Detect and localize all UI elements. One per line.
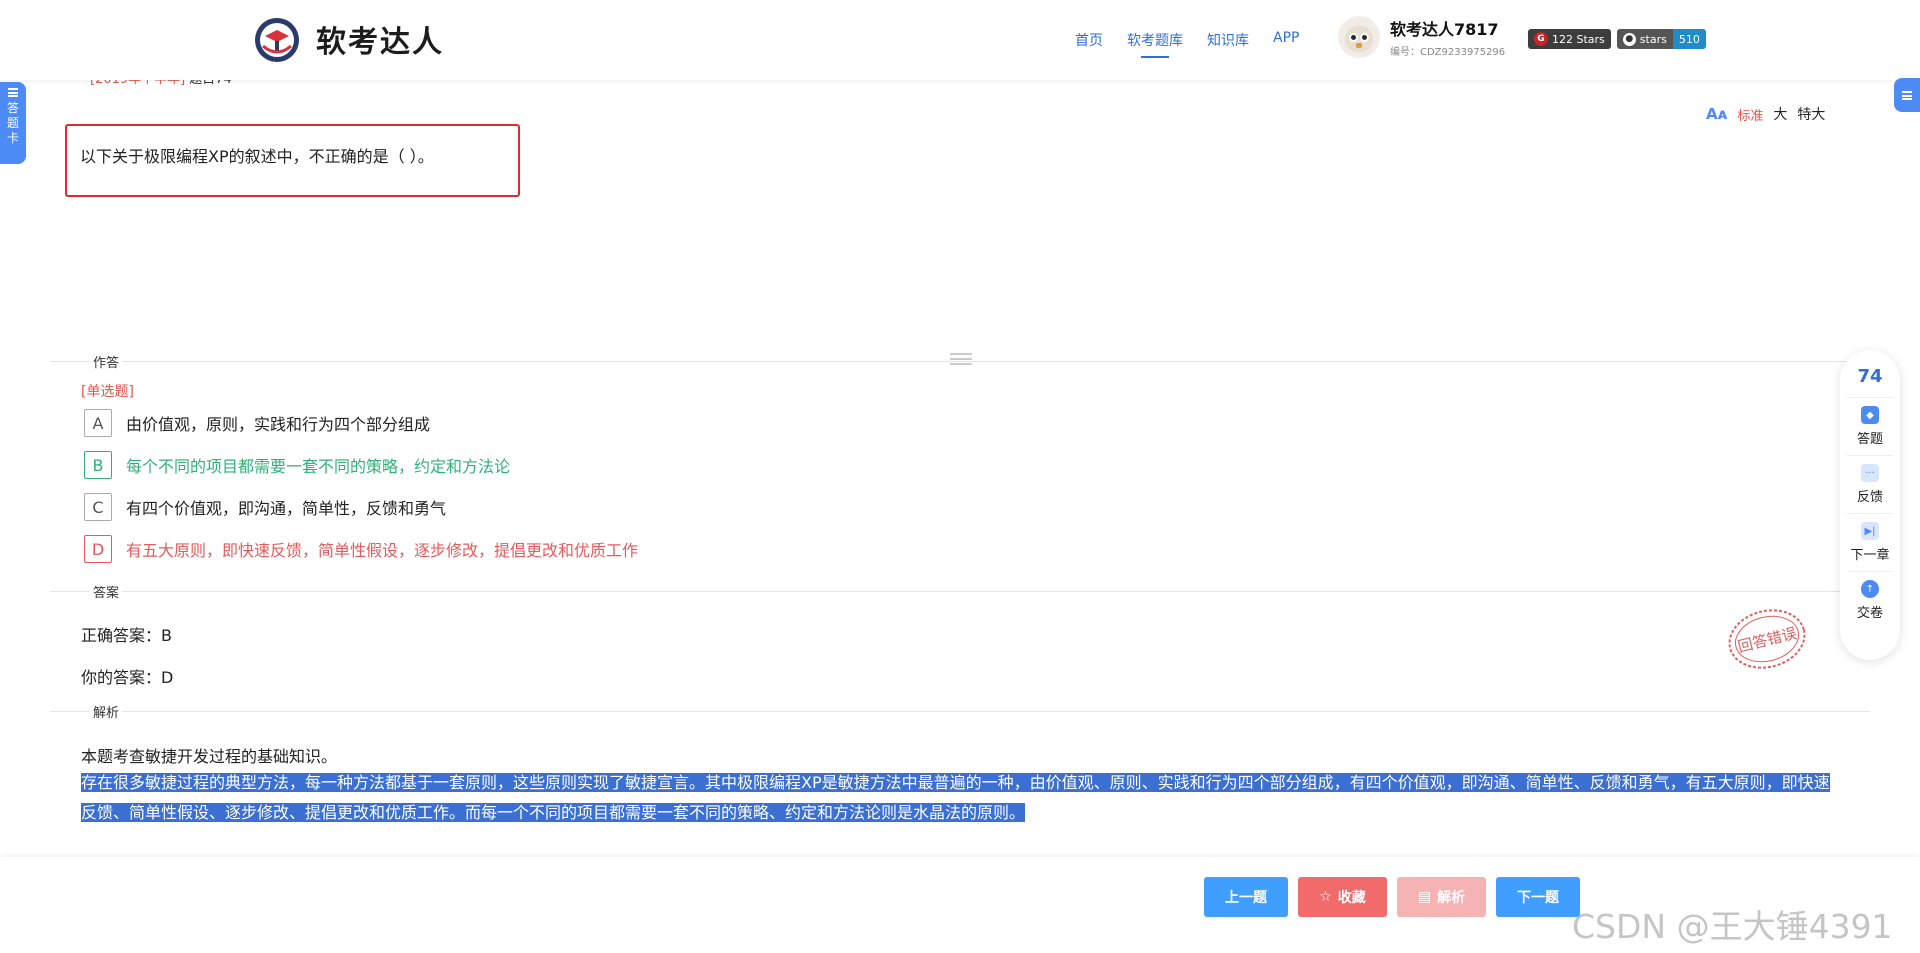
your-answer: 你的答案：D — [81, 668, 174, 687]
divider — [50, 711, 1870, 712]
question-text: 以下关于极限编程XP的叙述中，不正确的是（ ）。 — [80, 147, 434, 166]
divider — [50, 591, 1870, 592]
option-text: 有五大原则，即快速反馈，简单性假设，逐步修改，提倡更改和优质工作 — [126, 541, 639, 560]
skip-next-icon: ▶| — [1861, 522, 1879, 540]
option-d[interactable]: D 有五大原则，即快速反馈，简单性假设，逐步修改，提倡更改和优质工作 — [84, 535, 638, 563]
feedback-button[interactable]: ··· 反馈 — [1847, 455, 1893, 513]
favorite-button[interactable]: ☆ 收藏 — [1298, 877, 1387, 917]
font-standard[interactable]: 标准 — [1737, 105, 1763, 124]
nav-question-bank[interactable]: 软考题库 — [1127, 30, 1183, 56]
github-icon: ● — [1622, 32, 1636, 46]
menu-icon — [8, 88, 18, 97]
watermark: CSDN @王大锤4391 — [1572, 907, 1893, 946]
answer-sheet-button[interactable]: ◆ 答题 — [1847, 397, 1893, 455]
analysis-button[interactable]: ▤ 解析 — [1397, 877, 1486, 917]
answer-sheet-icon: ◆ — [1861, 406, 1879, 424]
option-c[interactable]: C 有四个价值观，即沟通，简单性，反馈和勇气 — [84, 493, 446, 521]
gitee-icon: G — [1534, 32, 1548, 46]
gitee-stars-badge[interactable]: G 122 Stars — [1528, 29, 1611, 49]
avatar[interactable] — [1338, 16, 1380, 58]
question-count: 74 — [1857, 366, 1883, 387]
question-type: [单选题] — [81, 384, 134, 400]
site-logo[interactable]: 软考达人 — [250, 14, 444, 64]
user-name: 软考达人7817 — [1390, 20, 1499, 39]
option-letter: B — [84, 451, 112, 479]
option-text: 有四个价值观，即沟通，简单性，反馈和勇气 — [126, 499, 447, 518]
upload-icon: ↑ — [1861, 580, 1879, 598]
option-letter: A — [84, 409, 112, 437]
option-letter: C — [84, 493, 112, 521]
nav-home[interactable]: 首页 — [1075, 30, 1103, 56]
menu-icon — [1902, 90, 1912, 100]
option-a[interactable]: A 由价值观，原则，实践和行为四个部分组成 — [84, 409, 430, 437]
document-icon: ▤ — [1417, 889, 1432, 905]
drag-handle-icon[interactable] — [950, 353, 972, 365]
next-question-button[interactable]: 下一题 — [1496, 877, 1580, 917]
repo-badges: G 122 Stars ● stars 510 — [1528, 29, 1706, 49]
github-stars-badge[interactable]: ● stars 510 — [1616, 29, 1706, 49]
font-size-control: Aᴀ 标准 大 特大 — [1706, 104, 1825, 124]
option-letter: D — [84, 535, 112, 563]
analysis-intro: 本题考查敏捷开发过程的基础知识。 — [81, 747, 338, 766]
prev-question-button[interactable]: 上一题 — [1204, 877, 1288, 917]
svg-text:回答错误: 回答错误 — [1736, 624, 1799, 656]
font-size-icon: Aᴀ — [1706, 105, 1728, 123]
user-id: 编号：CDZ9233975296 — [1390, 47, 1506, 58]
section-answer: 答案 — [90, 582, 123, 601]
option-text: 每个不同的项目都需要一套不同的策略，约定和方法论 — [126, 457, 511, 476]
main-nav: 首页 软考题库 知识库 APP — [1075, 30, 1323, 56]
option-b[interactable]: B 每个不同的项目都需要一套不同的策略，约定和方法论 — [84, 451, 510, 479]
star-icon: ☆ — [1319, 889, 1332, 905]
section-analysis: 解析 — [90, 702, 123, 721]
next-chapter-button[interactable]: ▶| 下一章 — [1847, 513, 1893, 571]
font-large[interactable]: 大 — [1773, 104, 1787, 124]
top-header: 软考达人 首页 软考题库 知识库 APP 软考达人7817 编号：CDZ9233… — [0, 0, 1920, 80]
nav-knowledge-base[interactable]: 知识库 — [1207, 30, 1249, 56]
analysis-highlighted: 存在很多敏捷过程的典型方法，每一种方法都基于一套原则，这些原则实现了敏捷宣言。其… — [81, 773, 1830, 822]
answer-card-tab[interactable]: 答 题 卡 — [0, 82, 26, 164]
correct-answer: 正确答案：B — [81, 626, 172, 645]
right-menu-tab[interactable] — [1894, 78, 1920, 112]
floating-toolbar: 74 ◆ 答题 ··· 反馈 ▶| 下一章 ↑ 交卷 — [1840, 350, 1900, 660]
option-text: 由价值观，原则，实践和行为四个部分组成 — [126, 415, 431, 434]
wrong-answer-stamp: 回答错误 — [1728, 609, 1806, 669]
section-answer-area: 作答 — [90, 352, 123, 371]
brand-name: 软考达人 — [316, 25, 444, 60]
user-profile[interactable]: 软考达人7817 编号：CDZ9233975296 — [1338, 16, 1505, 58]
feedback-icon: ··· — [1861, 464, 1879, 482]
nav-app[interactable]: APP — [1273, 30, 1299, 56]
logo-mark-icon — [255, 18, 299, 62]
submit-button[interactable]: ↑ 交卷 — [1847, 571, 1893, 629]
font-xlarge[interactable]: 特大 — [1797, 104, 1825, 124]
